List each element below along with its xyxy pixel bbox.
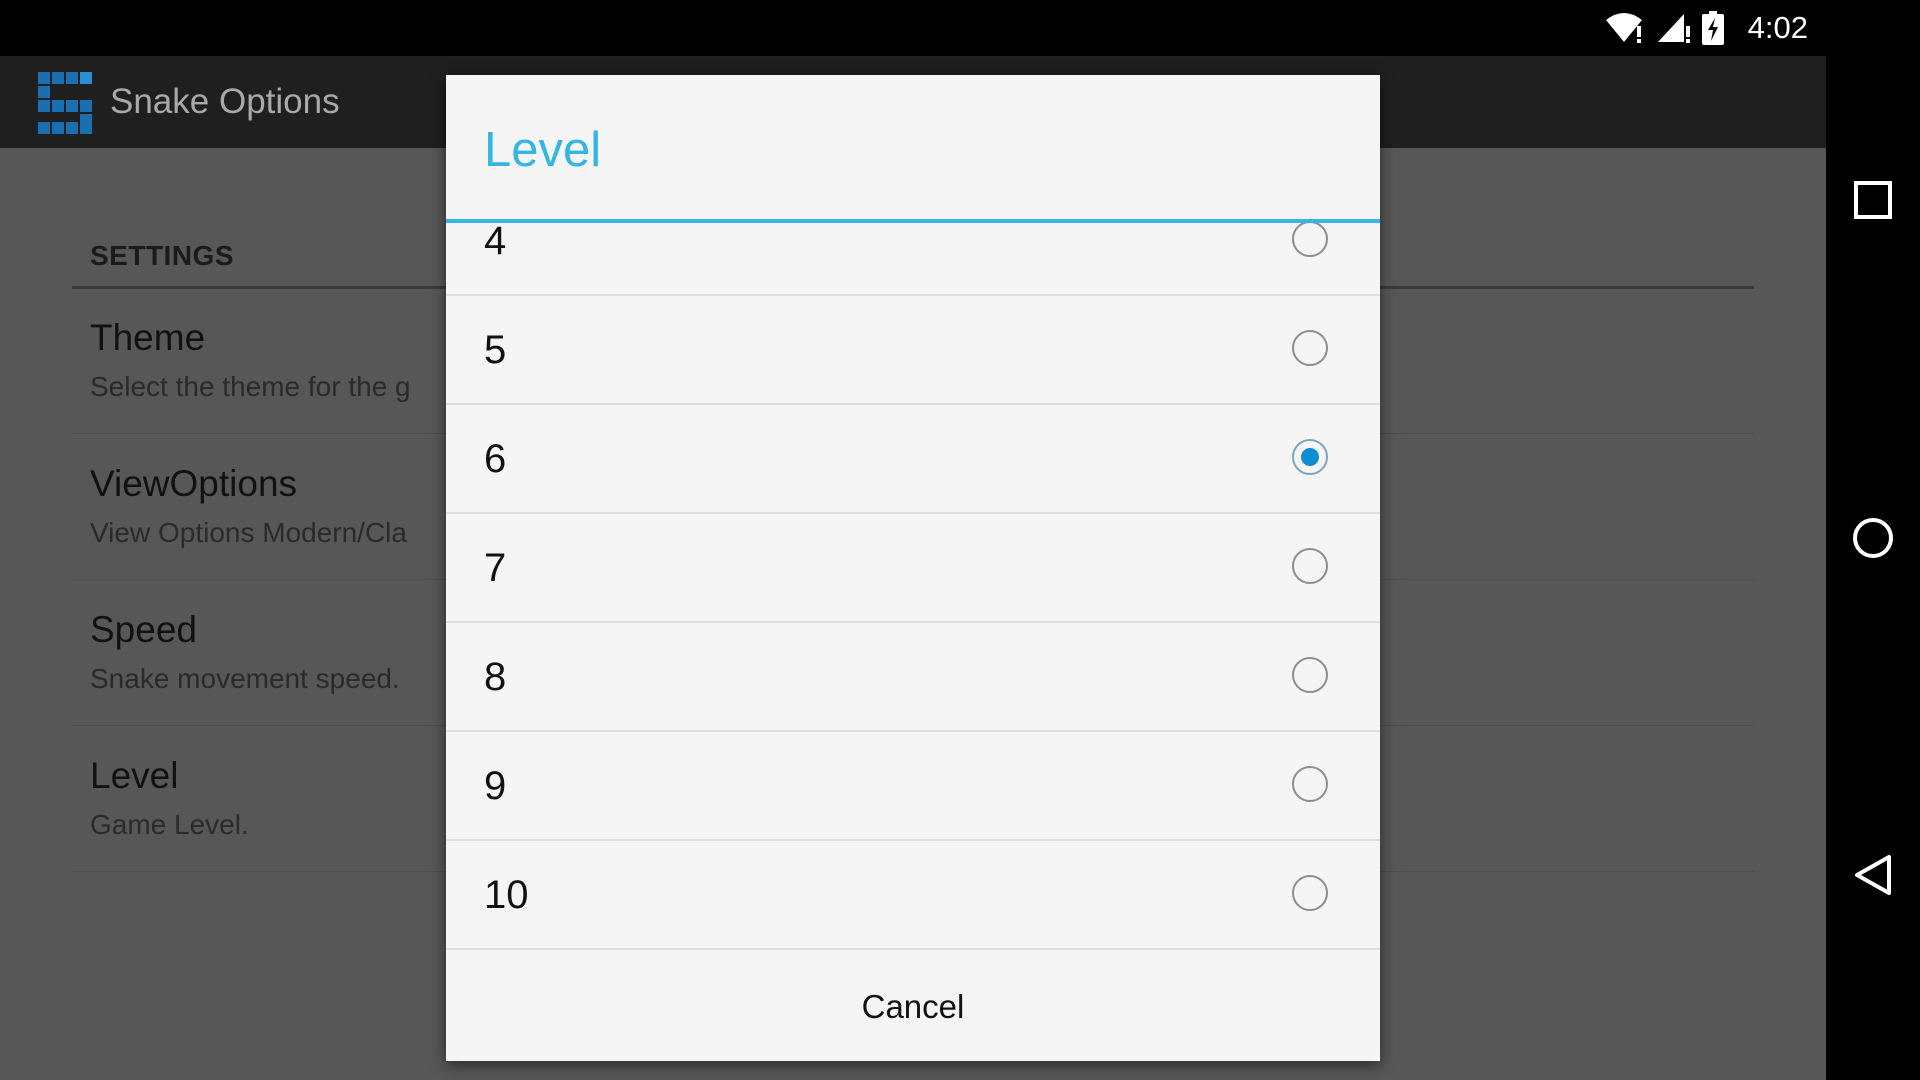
level-options-list[interactable]: 4 5 6 7 8 9 10 — [446, 223, 1380, 953]
pref-title: ViewOptions — [90, 463, 298, 504]
pref-title: Speed — [90, 609, 197, 650]
radio-button[interactable] — [1292, 875, 1328, 911]
pref-summary: View Options Modern/Cla — [90, 517, 407, 548]
level-option-4[interactable]: 4 — [446, 223, 1380, 296]
option-label: 8 — [484, 655, 507, 699]
radio-button[interactable] — [1292, 548, 1328, 584]
status-icons: 4:02 — [1604, 0, 1808, 56]
app-title: Snake Options — [110, 82, 340, 121]
recents-icon — [1853, 180, 1893, 225]
radio-button[interactable] — [1292, 439, 1328, 475]
option-label: 5 — [484, 328, 507, 372]
snake-app-icon[interactable] — [38, 72, 92, 134]
level-option-10[interactable]: 10 — [446, 841, 1380, 950]
option-label: 7 — [484, 546, 507, 590]
level-dialog: Level 4 5 6 7 8 9 10 Cancel — [446, 75, 1380, 1061]
level-option-9[interactable]: 9 — [446, 732, 1380, 841]
dialog-title: Level — [484, 123, 602, 177]
navigation-bar — [1826, 0, 1920, 1080]
level-option-8[interactable]: 8 — [446, 623, 1380, 732]
pref-title: Level — [90, 755, 179, 796]
radio-button[interactable] — [1292, 330, 1328, 366]
pref-summary: Game Level. — [90, 809, 249, 840]
status-bar: 4:02 — [0, 0, 1826, 56]
pref-summary: Select the theme for the g — [90, 371, 411, 402]
radio-button[interactable] — [1292, 223, 1328, 257]
recents-button[interactable] — [1826, 155, 1920, 249]
radio-button[interactable] — [1292, 657, 1328, 693]
option-label: 4 — [484, 223, 507, 263]
pref-title: Theme — [90, 317, 206, 358]
back-icon — [1851, 853, 1895, 902]
cancel-button[interactable]: Cancel — [446, 953, 1380, 1061]
radio-button[interactable] — [1292, 766, 1328, 802]
level-option-5[interactable]: 5 — [446, 296, 1380, 405]
option-divider — [446, 948, 1380, 950]
home-icon — [1851, 516, 1895, 565]
level-option-7[interactable]: 7 — [446, 514, 1380, 623]
cell-signal-icon — [1656, 12, 1692, 44]
section-header: SETTINGS — [90, 240, 235, 271]
home-button[interactable] — [1826, 493, 1920, 587]
option-label: 10 — [484, 873, 529, 917]
option-label: 9 — [484, 764, 507, 808]
level-option-6[interactable]: 6 — [446, 405, 1380, 514]
clock: 4:02 — [1747, 10, 1808, 45]
wifi-icon — [1604, 12, 1646, 44]
battery-charging-icon — [1701, 11, 1724, 45]
option-label: 6 — [484, 437, 507, 481]
back-button[interactable] — [1826, 830, 1920, 924]
pref-summary: Snake movement speed. — [90, 663, 400, 694]
